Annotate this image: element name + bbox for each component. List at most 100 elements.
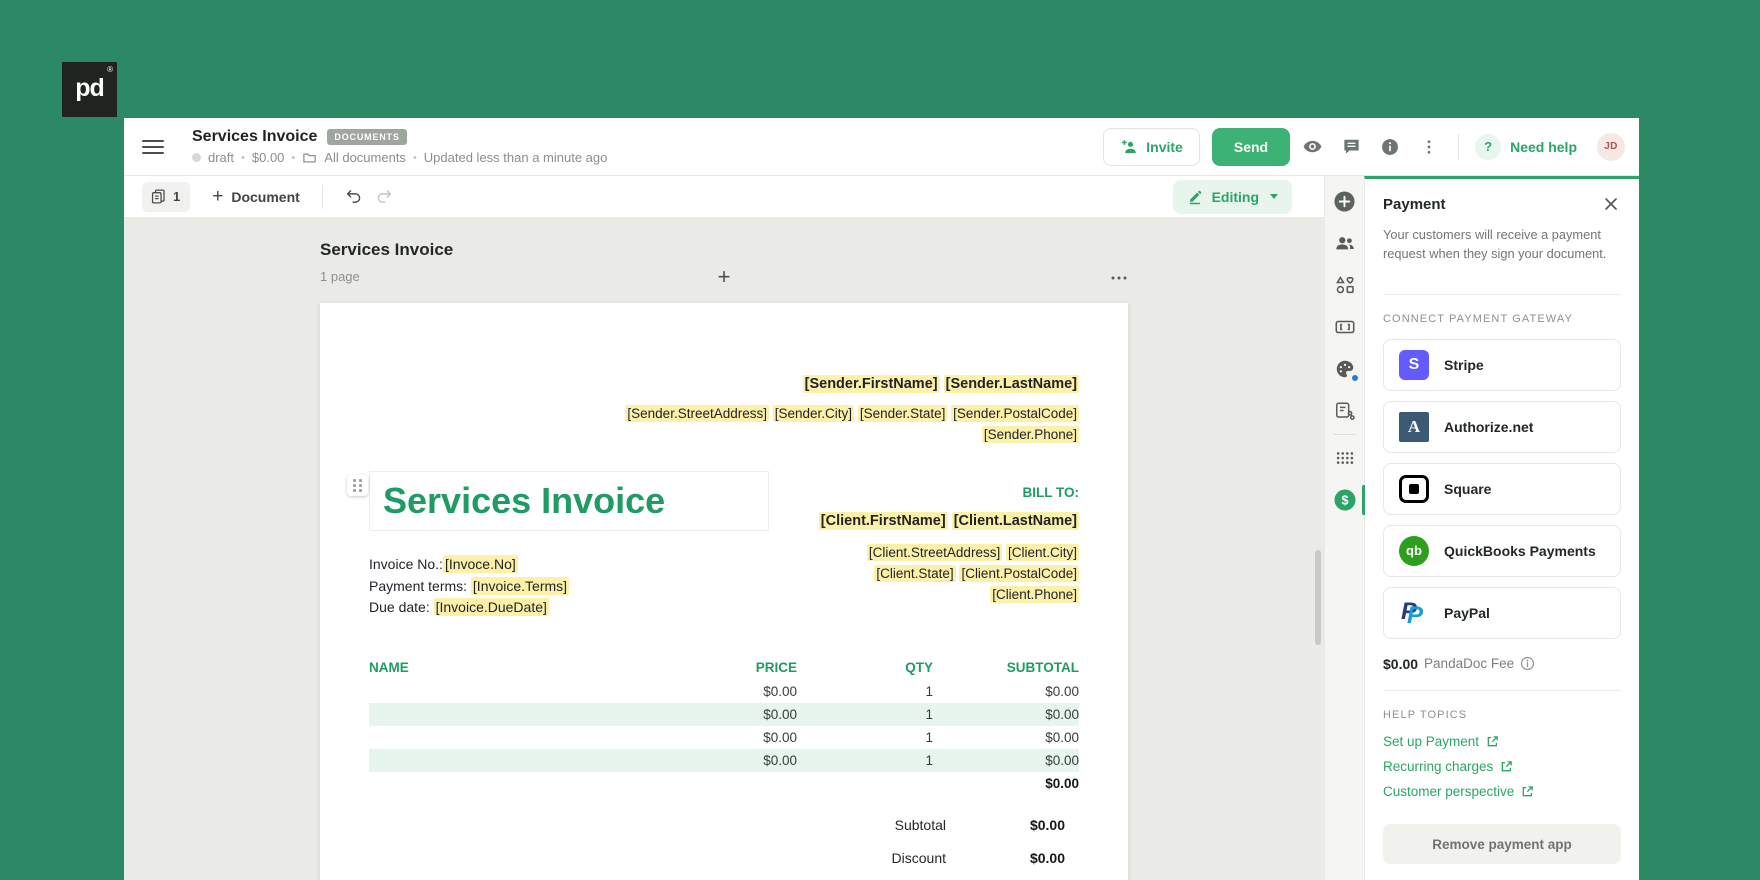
merge-field[interactable]: [Client.StreetAddress]	[866, 544, 1003, 561]
merge-field[interactable]: [Client.Phone]	[990, 586, 1079, 603]
editing-mode-dropdown[interactable]: Editing	[1172, 179, 1292, 214]
folder-icon	[302, 150, 317, 165]
recipients-icon[interactable]	[1332, 230, 1358, 256]
payment-panel: Payment Your customers will receive a pa…	[1364, 176, 1639, 880]
add-document-button[interactable]: + Document	[206, 185, 306, 207]
column-header: PRICE	[755, 659, 797, 675]
help-topics-label: HELP TOPICS	[1383, 708, 1468, 721]
paypal-icon: P P	[1401, 597, 1424, 629]
title-block: Services Invoice DOCUMENTS draft • $0.00…	[192, 128, 607, 165]
merge-field[interactable]: [Sender.State]	[857, 405, 948, 422]
invite-label: Invite	[1146, 138, 1183, 155]
merge-field[interactable]: [Invoice.Terms]	[470, 576, 570, 595]
updated-text: Updated less than a minute ago	[423, 150, 608, 165]
page-title: Services Invoice	[192, 128, 318, 145]
merge-field[interactable]: [Sender.Phone]	[981, 426, 1079, 443]
redo-icon[interactable]	[369, 182, 399, 212]
help-link-customer-perspective[interactable]: Customer perspective	[1383, 784, 1621, 799]
invoice-title[interactable]: Services Invoice	[383, 480, 665, 522]
stripe-icon: S	[1399, 349, 1429, 380]
workflow-icon[interactable]	[1332, 398, 1358, 424]
editing-mode-label: Editing	[1211, 188, 1259, 205]
merge-field[interactable]: [Sender.FirstName]	[802, 375, 940, 393]
fee-info-icon[interactable]	[1520, 656, 1535, 671]
merge-field[interactable]: [Client.FirstName]	[818, 512, 948, 530]
fields-icon[interactable]	[1332, 314, 1358, 340]
sender-block[interactable]: [Sender.FirstName] [Sender.LastName] [Se…	[369, 374, 1079, 445]
invoice-fields[interactable]: Invoice No.: [Invoce.No] Payment terms: […	[369, 554, 769, 619]
content-library-icon[interactable]	[1332, 272, 1358, 298]
send-button[interactable]: Send	[1211, 127, 1291, 166]
document-header: Services Invoice DOCUMENTS draft • $0.00…	[124, 118, 1639, 176]
summary-row[interactable]: Subtotal $0.00	[369, 809, 1079, 842]
plus-icon: +	[212, 185, 224, 207]
gateway-name: Square	[1444, 480, 1492, 497]
gateway-authorize-net[interactable]: A Authorize.net	[1383, 400, 1621, 453]
summary-row[interactable]: Tax$0.00	[369, 875, 1079, 880]
gateway-name: PayPal	[1444, 604, 1490, 621]
remove-payment-app-button[interactable]: Remove payment app	[1383, 824, 1621, 864]
avatar[interactable]: JD	[1597, 132, 1625, 161]
merge-field[interactable]: [Invoce.No]	[442, 555, 518, 573]
design-icon[interactable]	[1332, 356, 1359, 382]
drag-handle-icon[interactable]	[347, 475, 368, 496]
column-header: NAME	[369, 659, 409, 675]
merge-field[interactable]: [Client.LastName]	[951, 512, 1079, 530]
undo-icon[interactable]	[339, 182, 369, 212]
summary-row[interactable]: Discount $0.00	[369, 842, 1079, 875]
comments-icon[interactable]	[1334, 130, 1368, 164]
app-window: Services Invoice DOCUMENTS draft • $0.00…	[124, 118, 1639, 880]
table-row[interactable]: $0.00 1 $0.00	[369, 726, 1079, 749]
table-row[interactable]: $0.00 1 $0.00	[369, 702, 1079, 726]
gateway-name: QuickBooks Payments	[1444, 542, 1596, 559]
invite-button[interactable]: Invite	[1103, 127, 1200, 166]
merge-field[interactable]: [Invoice.DueDate]	[433, 598, 549, 616]
add-page-button[interactable]: +	[718, 266, 731, 288]
invoice-title-block[interactable]: Services Invoice	[347, 471, 769, 531]
payment-app-icon[interactable]: $	[1332, 485, 1365, 515]
right-icon-sidebar: $	[1324, 176, 1365, 880]
status-dot	[192, 153, 201, 162]
help-link-recurring-charges[interactable]: Recurring charges	[1383, 759, 1621, 774]
editor-toolbar: 1 + Document Editing	[124, 176, 1324, 218]
merge-field[interactable]: [Client.City]	[1005, 544, 1079, 561]
invoice-page: [Sender.FirstName] [Sender.LastName] [Se…	[320, 303, 1128, 880]
need-help-button[interactable]: ? Need help	[1469, 133, 1583, 161]
info-icon[interactable]	[1373, 130, 1407, 164]
divider	[1333, 434, 1356, 435]
preview-eye-icon[interactable]	[1295, 130, 1329, 164]
gateway-quickbooks[interactable]: qb QuickBooks Payments	[1383, 524, 1621, 577]
bill-to-label: BILL TO:	[1022, 485, 1080, 500]
table-row[interactable]: $0.00 1 $0.00	[369, 748, 1079, 772]
pages-chip[interactable]: 1	[142, 181, 191, 212]
menu-icon[interactable]	[142, 139, 164, 154]
merge-field[interactable]: [Sender.StreetAddress]	[625, 405, 769, 422]
merge-field[interactable]: [Sender.LastName]	[943, 375, 1079, 393]
add-block-icon[interactable]	[1332, 188, 1358, 214]
more-options-kebab-icon[interactable]	[1412, 130, 1446, 164]
gateway-square[interactable]: Square	[1383, 462, 1621, 515]
panel-title: Payment	[1383, 195, 1446, 213]
page-more-options-icon[interactable]	[1110, 271, 1128, 285]
external-link-icon	[1487, 736, 1498, 747]
merge-field[interactable]: [Client.State]	[874, 565, 956, 582]
merge-field[interactable]: [Client.PostalCode]	[959, 565, 1079, 582]
table-row[interactable]: $0.00 1 $0.00	[369, 680, 1079, 703]
square-icon	[1399, 474, 1429, 503]
merge-field[interactable]: [Sender.City]	[772, 405, 855, 422]
page-count: 1	[173, 189, 181, 204]
table-total-value: $0.00	[1045, 775, 1079, 791]
gateway-paypal[interactable]: P P PayPal	[1383, 586, 1621, 639]
panel-description: Your customers will receive a payment re…	[1383, 227, 1607, 261]
help-link-setup-payment[interactable]: Set up Payment	[1383, 734, 1621, 749]
apps-grid-icon[interactable]	[1332, 445, 1358, 471]
gateway-name: Authorize.net	[1444, 418, 1534, 435]
document-amount: $0.00	[251, 150, 285, 165]
merge-field[interactable]: [Sender.PostalCode]	[951, 405, 1079, 422]
close-icon[interactable]	[1601, 194, 1621, 214]
pandadoc-logo: pd ®	[62, 62, 117, 117]
scrollbar-thumb[interactable]	[1315, 550, 1321, 645]
pricing-table[interactable]: NAME PRICE QTY SUBTOTAL $0.00 1 $0.00 $0.0…	[369, 657, 1079, 880]
folder-name[interactable]: All documents	[324, 150, 406, 165]
gateway-stripe[interactable]: S Stripe	[1383, 338, 1621, 391]
